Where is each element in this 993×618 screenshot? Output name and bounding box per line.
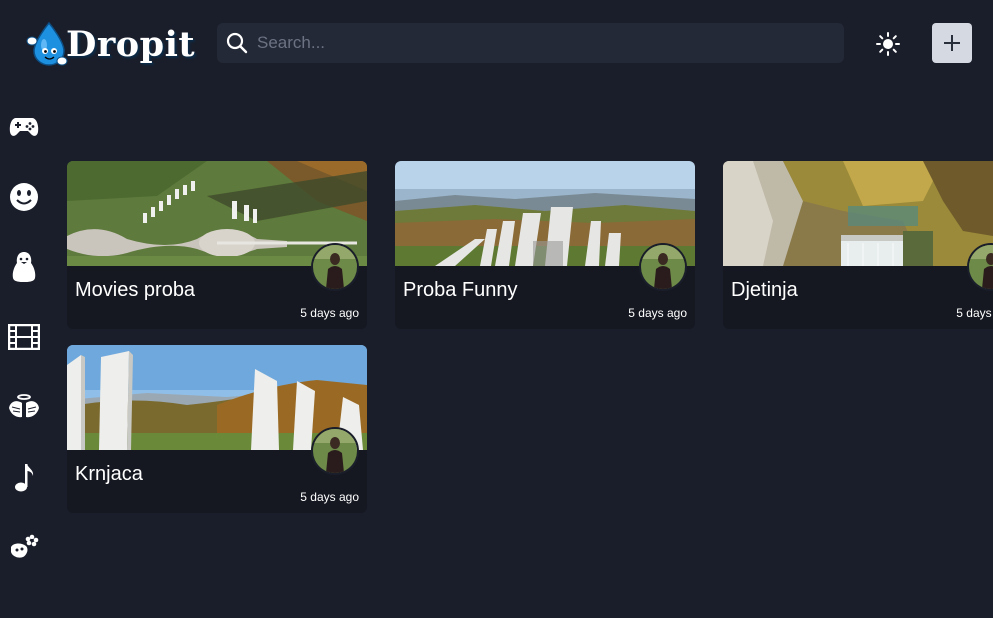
search-input[interactable]: [257, 33, 844, 53]
card-thumbnail[interactable]: [723, 161, 993, 266]
app-root: Dropit Search... Movies proba 5 days ago…: [0, 0, 993, 618]
video-card[interactable]: Movies proba 5 days ago: [67, 161, 367, 329]
water-drop-mascot-icon: [26, 21, 68, 66]
gamepad-icon: [9, 118, 39, 136]
card-title: Movies proba: [75, 279, 196, 301]
app-name: Dropit: [66, 23, 196, 65]
paint-flower-icon: [11, 534, 39, 558]
penguin-icon: [12, 252, 36, 282]
search-icon: [226, 32, 248, 54]
sun-icon: [876, 32, 900, 56]
card-timestamp: 5 days ago: [300, 490, 359, 504]
search-bar[interactable]: [217, 23, 844, 63]
sidebar-item-music[interactable]: [8, 461, 40, 493]
sidebar-item-funny[interactable]: [8, 181, 40, 213]
plus-icon: [944, 35, 960, 51]
author-avatar[interactable]: [639, 243, 687, 291]
card-title: Proba Funny: [403, 279, 518, 301]
sidebar-item-religion[interactable]: [8, 391, 40, 423]
sidebar-item-art[interactable]: [8, 531, 40, 563]
sidebar-item-linux[interactable]: [8, 251, 40, 283]
card-timestamp: 5 days ago: [956, 306, 993, 320]
card-timestamp: 5 days ago: [300, 306, 359, 320]
card-title: Krnjaca: [75, 463, 143, 485]
card-timestamp: 5 days ago: [628, 306, 687, 320]
angel-wings-icon: [9, 394, 39, 418]
video-card[interactable]: Djetinja 5 days ago: [723, 161, 993, 329]
smiley-icon: [10, 183, 38, 211]
video-card[interactable]: Krnjaca 5 days ago: [67, 345, 367, 513]
film-icon: [8, 324, 40, 350]
theme-toggle-button[interactable]: [873, 29, 903, 59]
video-card[interactable]: Proba Funny 5 days ago: [395, 161, 695, 329]
dropit-logo[interactable]: Dropit: [24, 20, 196, 68]
add-button[interactable]: [932, 23, 972, 63]
card-title: Djetinja: [731, 279, 798, 301]
music-note-icon: [15, 464, 34, 492]
sidebar-item-movies[interactable]: [8, 321, 40, 353]
author-avatar[interactable]: [311, 243, 359, 291]
author-avatar[interactable]: [311, 427, 359, 475]
sidebar-item-games[interactable]: [8, 111, 40, 143]
